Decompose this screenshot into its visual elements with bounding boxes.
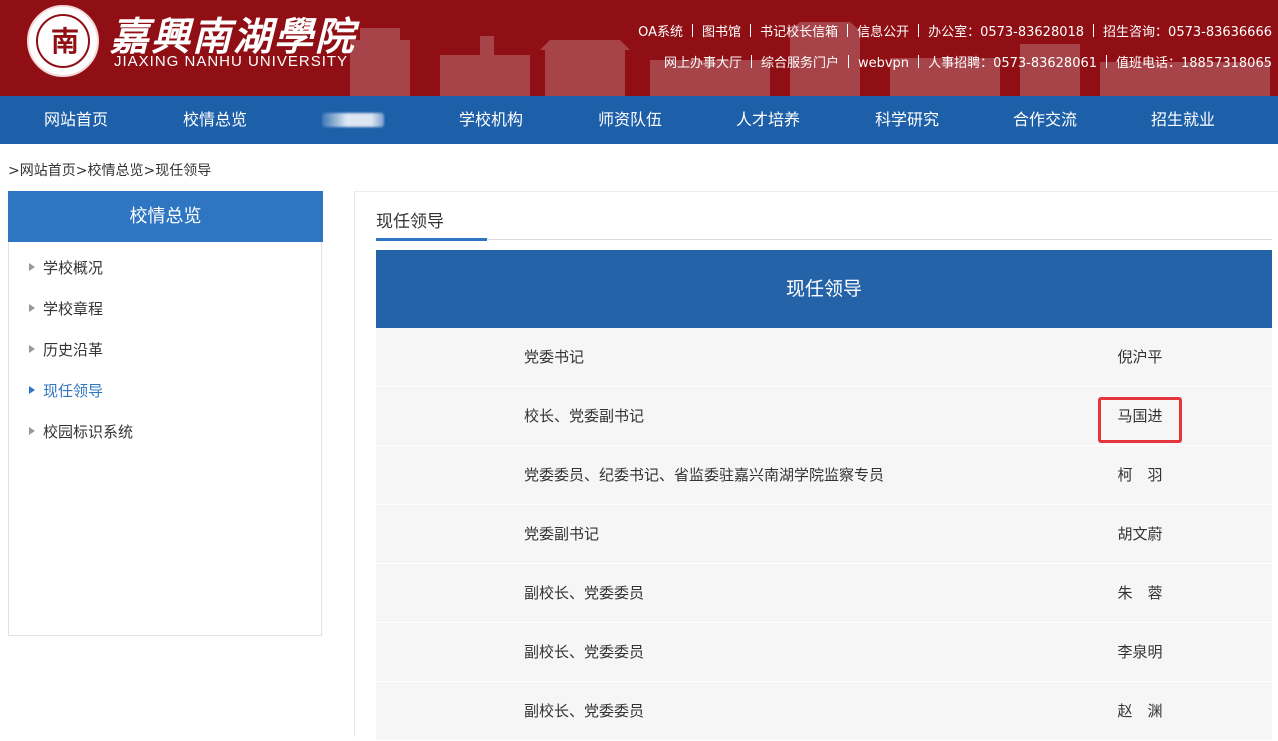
sidebar-item-identity-system[interactable]: 校园标识系统 — [29, 421, 133, 442]
seal-glyph: 南 — [50, 25, 79, 58]
nav-item-institutions[interactable]: 学校机构 — [445, 96, 537, 144]
breadcrumb-home[interactable]: >网站首页 — [8, 163, 76, 179]
top-links-row-1: OA系统 图书馆 书记校长信箱 信息公开 办公室：0573-83628018 招生咨询：0… — [638, 21, 1272, 40]
triangle-right-icon — [29, 304, 35, 312]
university-logo-seal[interactable]: 南 — [27, 5, 99, 77]
oa-system-link[interactable]: OA系统 — [638, 25, 683, 40]
table-row: 党委书记 倪沪平 — [376, 328, 1272, 387]
leader-position: 副校长、党委委员 — [524, 643, 645, 661]
leader-name-link[interactable]: 朱 蓉 — [1090, 564, 1190, 623]
school-name-en[interactable]: JIAXING NANHU UNIVERSITY — [114, 53, 348, 70]
site-header: 南 嘉興南湖學院 JIAXING NANHU UNIVERSITY OA系统 图书… — [0, 0, 1278, 96]
leader-position: 党委委员、纪委书记、省监委驻嘉兴南湖学院监察专员 — [524, 466, 885, 484]
table-row: 党委委员、纪委书记、省监委驻嘉兴南湖学院监察专员 柯 羽 — [376, 446, 1272, 505]
leader-position: 副校长、党委委员 — [524, 584, 645, 602]
leader-position: 校长、党委副书记 — [524, 407, 645, 425]
sidebar-title: 校情总览 — [8, 191, 323, 242]
title-divider — [376, 239, 1272, 240]
office-phone-link[interactable]: 办公室：0573-83628018 — [928, 25, 1084, 40]
highlight-annotation-box — [1098, 397, 1182, 443]
nav-item-faculty[interactable]: 师资队伍 — [584, 96, 676, 144]
sidebar-item-history[interactable]: 历史沿革 — [29, 339, 103, 360]
leader-name-link[interactable]: 赵 渊 — [1090, 682, 1190, 741]
triangle-right-icon — [29, 263, 35, 271]
library-link[interactable]: 图书馆 — [702, 25, 741, 40]
leader-name-link[interactable]: 胡文蔚 — [1090, 505, 1190, 564]
link-separator — [750, 24, 752, 37]
nav-item-cooperation[interactable]: 合作交流 — [999, 96, 1091, 144]
triangle-right-icon — [29, 345, 35, 353]
leader-position: 党委副书记 — [524, 525, 600, 543]
leader-name-link[interactable]: 李泉明 — [1090, 623, 1190, 682]
main-nav: 网站首页 校情总览 学校机构 师资队伍 人才培养 科学研究 合作交流 招生就业 — [0, 96, 1278, 144]
campus-skyline-graphic — [350, 22, 1270, 96]
content-top-divider — [354, 191, 1278, 192]
leader-name-link[interactable]: 倪沪平 — [1090, 328, 1190, 387]
table-row: 副校长、党委委员 李泉明 — [376, 623, 1272, 682]
sidebar-item-label: 校园标识系统 — [43, 423, 134, 441]
sidebar-item-label: 学校章程 — [43, 300, 104, 318]
nav-item-admission[interactable]: 招生就业 — [1137, 96, 1229, 144]
leader-name-link[interactable]: 柯 羽 — [1090, 446, 1190, 505]
table-row: 党委副书记 胡文蔚 — [376, 505, 1272, 564]
link-separator — [847, 55, 849, 68]
leader-position: 副校长、党委委员 — [524, 702, 645, 720]
triangle-right-icon — [29, 386, 35, 394]
link-separator — [847, 24, 849, 37]
top-links-row-2: 网上办事大厅 综合服务门户 webvpn 人事招聘：0573-83628061 值班电话… — [664, 52, 1272, 71]
link-separator — [918, 55, 920, 68]
sidebar-item-label: 现任领导 — [43, 382, 104, 400]
nav-item-research[interactable]: 科学研究 — [861, 96, 953, 144]
table-row: 副校长、党委委员 赵 渊 — [376, 682, 1272, 741]
info-disclosure-link[interactable]: 信息公开 — [857, 25, 909, 40]
sidebar-item-label: 历史沿革 — [43, 341, 104, 359]
service-portal-link[interactable]: 综合服务门户 — [761, 56, 839, 71]
nav-item-home[interactable]: 网站首页 — [30, 96, 122, 144]
nav-item-overview[interactable]: 校情总览 — [169, 96, 261, 144]
breadcrumb-overview[interactable]: >校情总览 — [76, 163, 144, 179]
breadcrumb-current[interactable]: >现任领导 — [143, 163, 211, 179]
nav-item-blurred[interactable] — [322, 113, 384, 127]
content-left-divider — [354, 191, 355, 737]
recruitment-phone-link[interactable]: 人事招聘：0573-83628061 — [928, 56, 1097, 71]
seal-ring: 南 — [36, 14, 90, 68]
link-separator — [1106, 55, 1108, 68]
nav-item-education[interactable]: 人才培养 — [722, 96, 814, 144]
duty-phone-link[interactable]: 值班电话：18857318065 — [1116, 56, 1272, 71]
sidebar-item-overview[interactable]: 学校概况 — [29, 257, 103, 278]
link-separator — [918, 24, 920, 37]
triangle-right-icon — [29, 427, 35, 435]
link-separator — [750, 55, 752, 68]
link-separator — [692, 24, 694, 37]
sidebar: 校情总览 学校概况 学校章程 历史沿革 现任领导 校园标识系统 — [8, 191, 323, 636]
president-mailbox-link[interactable]: 书记校长信箱 — [760, 25, 838, 40]
title-accent-underline — [376, 238, 487, 241]
sidebar-item-label: 学校概况 — [43, 259, 104, 277]
page-title: 现任领导 — [376, 212, 444, 232]
sidebar-item-charter[interactable]: 学校章程 — [29, 298, 103, 319]
webvpn-link[interactable]: webvpn — [858, 56, 909, 71]
admission-phone-link[interactable]: 招生咨询：0573-83636666 — [1103, 25, 1272, 40]
link-separator — [1093, 24, 1095, 37]
leader-position: 党委书记 — [524, 348, 585, 366]
table-row: 副校长、党委委员 朱 蓉 — [376, 564, 1272, 623]
sidebar-item-leadership[interactable]: 现任领导 — [29, 380, 103, 401]
breadcrumb: >网站首页>校情总览>现任领导 — [8, 160, 211, 180]
leadership-table-header: 现任领导 — [376, 250, 1272, 328]
online-service-hall-link[interactable]: 网上办事大厅 — [664, 56, 742, 71]
